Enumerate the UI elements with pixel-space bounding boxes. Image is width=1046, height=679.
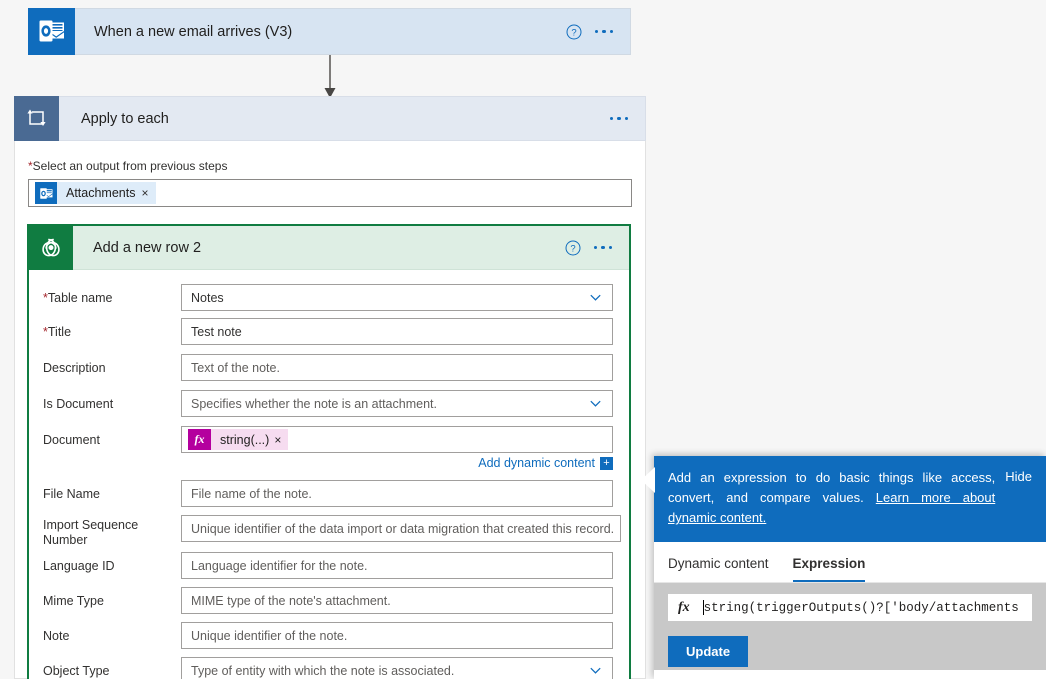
import-sequence-number-input[interactable]: Unique identifier of the data import or … — [181, 515, 622, 542]
select-output-label: *Select an output from previous steps — [28, 159, 632, 176]
attachments-token-label: Attachments — [66, 186, 136, 200]
field-placeholder: Text of the note. — [191, 360, 280, 375]
field-value: Test note — [191, 324, 242, 339]
ellipsis-icon[interactable] — [593, 245, 612, 250]
update-button[interactable]: Update — [668, 636, 749, 667]
field-is-document: Is Document Specifies whether the note i… — [43, 390, 613, 417]
field-placeholder: File name of the note. — [191, 486, 312, 501]
select-output-input[interactable]: Attachments × — [28, 179, 632, 207]
field-label: Is Document — [43, 397, 114, 411]
expression-token-label: string(...) — [220, 432, 270, 447]
add-new-row-form: *Table name Notes *Title Test note Descr… — [29, 270, 629, 679]
tab-expression[interactable]: Expression — [792, 556, 866, 582]
add-new-row-header-actions: ? — [565, 240, 630, 256]
add-new-row-title: Add a new row 2 — [93, 239, 202, 256]
field-label: *Table name — [43, 284, 181, 306]
flow-designer: When a new email arrives (V3) ? Apply to… — [0, 0, 1046, 679]
field-label: Description — [43, 361, 106, 375]
flow-canvas: When a new email arrives (V3) ? Apply to… — [0, 0, 1046, 679]
chevron-down-icon[interactable] — [588, 663, 603, 678]
field-table-name: *Table name Notes — [43, 284, 613, 311]
field-placeholder: Specifies whether the note is an attachm… — [191, 396, 437, 411]
mime-type-input[interactable]: MIME type of the note's attachment. — [181, 587, 613, 614]
field-note: Note Unique identifier of the note. — [43, 622, 613, 649]
expression-token[interactable]: fx string(...) × — [188, 429, 289, 450]
ellipsis-icon[interactable] — [594, 29, 613, 34]
select-output-label-text: Select an output from previous steps — [32, 159, 228, 173]
field-label: Document — [43, 433, 100, 447]
panel-banner: Add an expression to do basic things lik… — [654, 456, 1046, 542]
chevron-down-icon[interactable] — [588, 290, 603, 305]
field-label-text: Title — [47, 325, 72, 339]
description-input[interactable]: Text of the note. — [181, 354, 613, 381]
field-title: *Title Test note — [43, 318, 613, 345]
trigger-header-actions: ? — [566, 24, 631, 40]
close-icon[interactable]: × — [141, 186, 155, 200]
svg-text:?: ? — [571, 27, 576, 38]
field-placeholder: MIME type of the note's attachment. — [191, 593, 391, 608]
is-document-input[interactable]: Specifies whether the note is an attachm… — [181, 390, 613, 417]
field-language-id: Language ID Language identifier for the … — [43, 552, 613, 579]
outlook-icon — [35, 182, 57, 204]
svg-text:?: ? — [570, 243, 575, 254]
field-label: Object Type — [43, 664, 110, 678]
note-input[interactable]: Unique identifier of the note. — [181, 622, 613, 649]
apply-to-each-header-actions — [609, 116, 646, 121]
field-mime-type: Mime Type MIME type of the note's attach… — [43, 587, 613, 614]
field-description: Description Text of the note. — [43, 354, 613, 381]
help-circle-icon[interactable]: ? — [566, 24, 582, 40]
file-name-input[interactable]: File name of the note. — [181, 480, 613, 507]
field-label: Mime Type — [43, 594, 104, 608]
field-label: File Name — [43, 487, 100, 501]
field-document: Document fx string(...) × Add dynamic co… — [43, 426, 613, 480]
apply-to-each-body: *Select an output from previous steps At… — [14, 141, 646, 207]
field-value: Notes — [191, 290, 224, 305]
outlook-icon — [28, 7, 75, 55]
panel-banner-text: Add an expression to do basic things lik… — [668, 468, 1005, 528]
add-icon[interactable]: + — [600, 456, 613, 470]
trigger-card[interactable]: When a new email arrives (V3) ? — [28, 7, 631, 55]
trigger-title: When a new email arrives (V3) — [94, 23, 293, 40]
field-placeholder: Type of entity with which the note is as… — [191, 663, 455, 678]
field-label: Language ID — [43, 559, 115, 573]
ellipsis-icon[interactable] — [609, 116, 628, 121]
field-label: Note — [43, 629, 70, 643]
field-placeholder: Language identifier for the note. — [191, 558, 368, 573]
expression-input[interactable]: fx string(triggerOutputs()?['body/attach… — [668, 594, 1032, 621]
apply-to-each-header[interactable]: Apply to each — [14, 95, 646, 141]
add-new-row-header[interactable]: Add a new row 2 ? — [29, 225, 630, 270]
title-input[interactable]: Test note — [181, 318, 613, 345]
fx-icon: fx — [188, 429, 211, 450]
loop-icon — [14, 95, 59, 141]
expression-panel: Add an expression to do basic things lik… — [641, 456, 1046, 679]
dataverse-icon — [29, 225, 73, 270]
field-placeholder: Unique identifier of the data import or … — [191, 521, 615, 536]
fx-icon: fx — [678, 599, 690, 615]
field-placeholder: Unique identifier of the note. — [191, 628, 348, 643]
language-id-input[interactable]: Language identifier for the note. — [181, 552, 613, 579]
expression-editor: fx string(triggerOutputs()?['body/attach… — [654, 583, 1046, 670]
field-object-type: Object Type Type of entity with which th… — [43, 657, 613, 679]
attachments-token[interactable]: Attachments × — [35, 182, 156, 204]
table-name-input[interactable]: Notes — [181, 284, 613, 311]
field-label: *Title — [43, 318, 181, 340]
panel-tabs: Dynamic content Expression — [654, 542, 1046, 582]
close-icon[interactable]: × — [274, 433, 288, 447]
document-input[interactable]: fx string(...) × — [181, 426, 613, 453]
hide-button[interactable]: Hide — [1005, 468, 1032, 484]
chevron-down-icon[interactable] — [588, 396, 603, 411]
field-file-name: File Name File name of the note. — [43, 480, 613, 507]
add-dynamic-content-row: Add dynamic content + — [181, 456, 613, 470]
expression-value: string(triggerOutputs()?['body/attachmen… — [703, 600, 1019, 615]
add-dynamic-content-link[interactable]: Add dynamic content — [478, 456, 595, 470]
field-label-text: Table name — [47, 291, 113, 305]
tab-dynamic-content[interactable]: Dynamic content — [668, 556, 769, 582]
object-type-input[interactable]: Type of entity with which the note is as… — [181, 657, 613, 679]
field-label: Import Sequence Number — [43, 518, 139, 547]
field-import-sequence-number: Import Sequence Number Unique identifier… — [43, 515, 622, 548]
help-circle-icon[interactable]: ? — [565, 240, 581, 256]
apply-to-each-title: Apply to each — [81, 110, 169, 127]
add-new-row-card: Add a new row 2 ? *Table name Notes *Tit… — [27, 224, 631, 679]
connector-arrow — [324, 55, 336, 98]
